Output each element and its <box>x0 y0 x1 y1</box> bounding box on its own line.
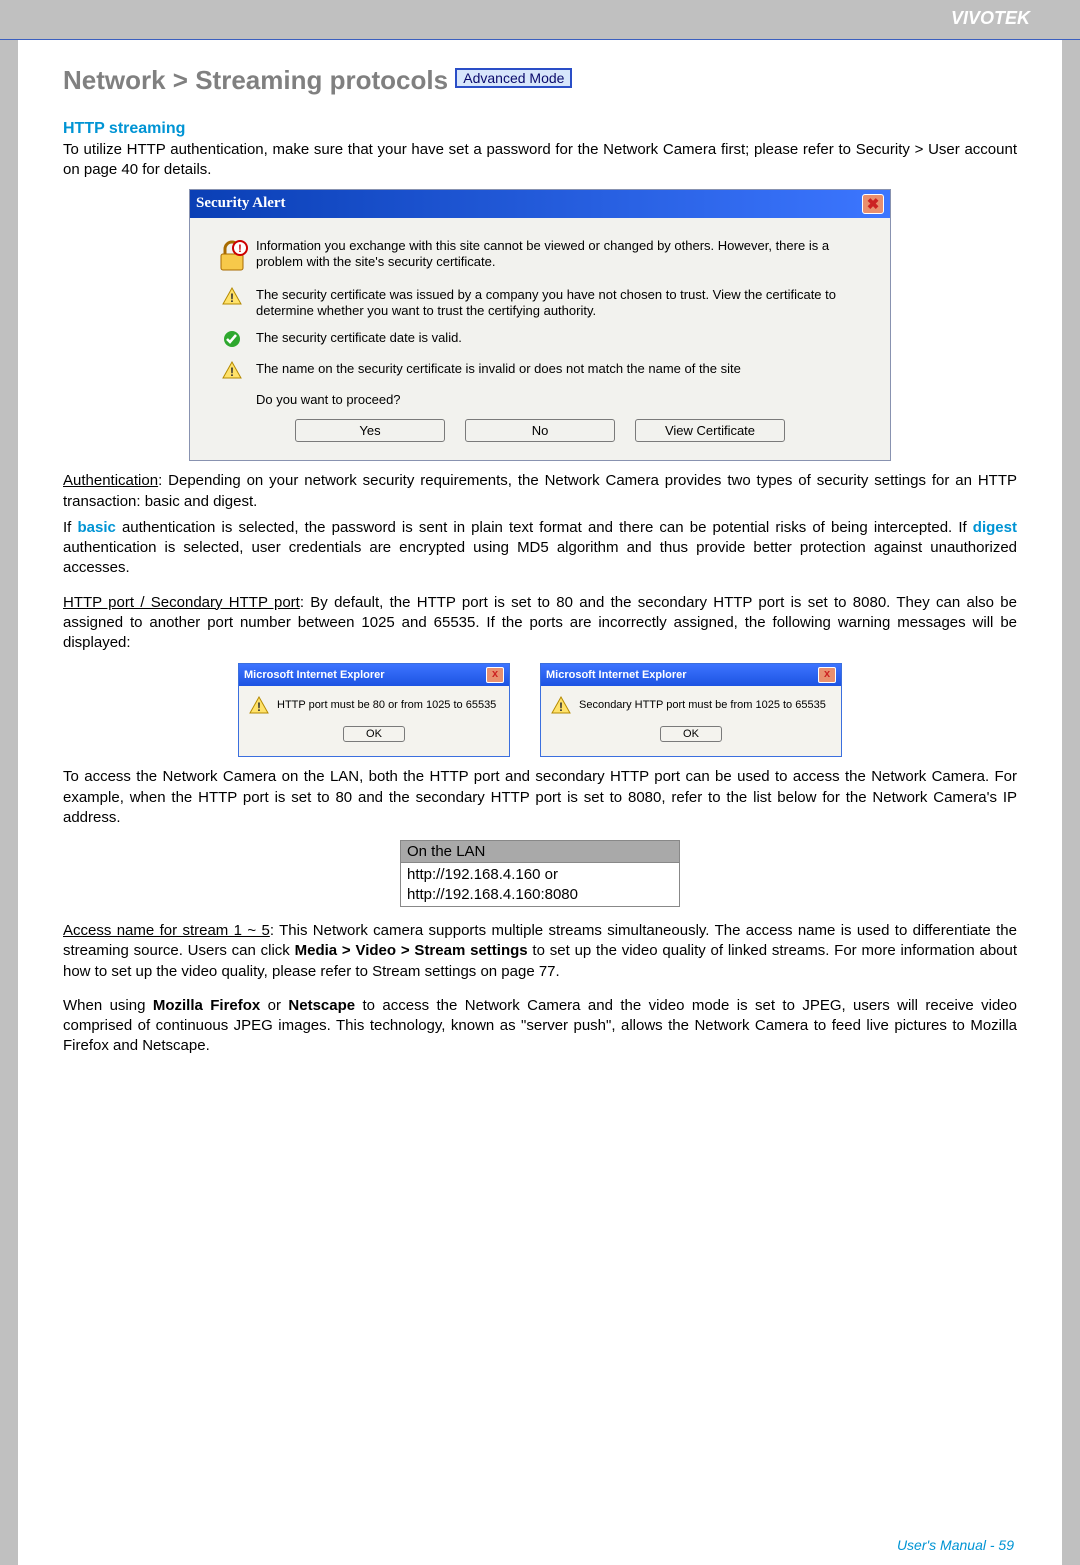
firefox-para: When using Mozilla Firefox or Netscape t… <box>63 996 1017 1057</box>
warning-triangle-icon: ! <box>208 287 256 308</box>
alert-line-2: The security certificate date is valid. <box>256 330 872 347</box>
svg-text:!: ! <box>257 700 261 714</box>
footer-label: User's Manual - <box>897 1537 998 1553</box>
ok-button[interactable]: OK <box>660 726 722 742</box>
authentication-heading: Authentication <box>63 472 158 489</box>
http-streaming-heading: HTTP streaming <box>63 120 1017 138</box>
warning-triangle-icon: ! <box>208 361 256 382</box>
warning-triangle-icon: ! <box>551 696 571 714</box>
access-para: To access the Network Camera on the LAN,… <box>63 767 1017 828</box>
basic-link: basic <box>77 519 115 536</box>
svg-text:!: ! <box>238 243 242 255</box>
intro-paragraph: To utilize HTTP authentication, make sur… <box>63 140 1017 181</box>
page-header: VIVOTEK <box>0 0 1080 39</box>
svg-text:!: ! <box>230 291 234 305</box>
alert-main-text: Information you exchange with this site … <box>256 238 872 272</box>
view-certificate-button[interactable]: View Certificate <box>635 419 785 442</box>
no-button[interactable]: No <box>465 419 615 442</box>
alert-line-3: The name on the security certificate is … <box>256 361 872 378</box>
ie-msg-1: HTTP port must be 80 or from 1025 to 655… <box>277 699 496 711</box>
lock-warning-icon: ! <box>208 238 256 277</box>
lan-table-header: On the LAN <box>400 840 680 863</box>
content-area: Network > Streaming protocols Advanced M… <box>18 40 1062 1565</box>
ie-warning-dialog-1: Microsoft Internet Explorer x ! HTTP por… <box>238 663 510 757</box>
dialog-titlebar: Security Alert ✖ <box>190 190 890 218</box>
yes-button[interactable]: Yes <box>295 419 445 442</box>
close-icon[interactable]: ✖ <box>862 194 884 214</box>
close-icon[interactable]: x <box>486 667 504 683</box>
page-title-text: Network > Streaming protocols <box>63 65 448 95</box>
authentication-para-2: If basic authentication is selected, the… <box>63 518 1017 579</box>
proceed-text: Do you want to proceed? <box>256 392 872 407</box>
port-para: HTTP port / Secondary HTTP port: By defa… <box>63 593 1017 654</box>
dialog-title: Security Alert <box>196 195 286 212</box>
authentication-para-1: Authentication: Depending on your networ… <box>63 471 1017 512</box>
brand-label: VIVOTEK <box>951 8 1030 28</box>
advanced-mode-badge: Advanced Mode <box>455 68 572 88</box>
alert-line-1: The security certificate was issued by a… <box>256 287 872 321</box>
ie-warning-dialog-2: Microsoft Internet Explorer x ! Secondar… <box>540 663 842 757</box>
stream-para: Access name for stream 1 ~ 5: This Netwo… <box>63 921 1017 982</box>
security-alert-dialog: Security Alert ✖ ! Information you excha… <box>189 189 891 462</box>
footer: User's Manual - 59 <box>897 1537 1014 1553</box>
stream-settings-bold: Media > Video > Stream settings <box>295 942 528 959</box>
svg-text:!: ! <box>559 700 563 714</box>
svg-text:!: ! <box>230 365 234 379</box>
ok-button[interactable]: OK <box>343 726 405 742</box>
footer-page-number: 59 <box>998 1537 1014 1553</box>
lan-table: On the LAN http://192.168.4.160 or http:… <box>400 840 680 907</box>
port-heading: HTTP port / Secondary HTTP port <box>63 594 300 611</box>
page-title: Network > Streaming protocols Advanced M… <box>63 65 1017 96</box>
check-circle-icon <box>208 330 256 351</box>
ie-msg-2: Secondary HTTP port must be from 1025 to… <box>579 699 826 711</box>
ie-dialog-title: Microsoft Internet Explorer <box>244 669 385 681</box>
digest-link: digest <box>973 519 1017 536</box>
stream-heading: Access name for stream 1 ~ 5 <box>63 922 270 939</box>
ie-dialog-title: Microsoft Internet Explorer <box>546 669 687 681</box>
warning-triangle-icon: ! <box>249 696 269 714</box>
close-icon[interactable]: x <box>818 667 836 683</box>
lan-table-cell: http://192.168.4.160 or http://192.168.4… <box>400 863 680 907</box>
